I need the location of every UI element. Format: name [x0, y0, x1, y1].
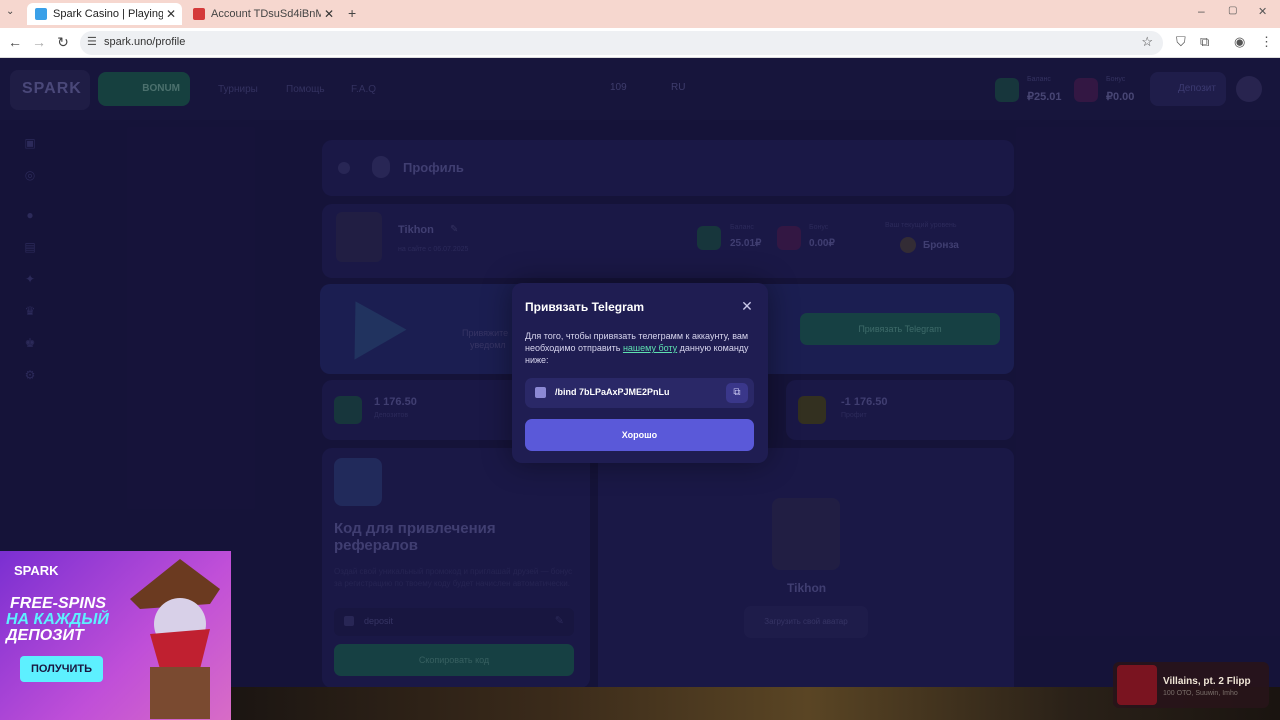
- bot-link[interactable]: нашему боту: [623, 343, 677, 353]
- song-artist: 100 ОТО, Suuwin, Imho: [1163, 690, 1238, 697]
- tab-search-icon[interactable]: ⌄: [6, 6, 14, 17]
- spark-favicon-icon: [35, 8, 47, 20]
- promo-get-button[interactable]: ПОЛУЧИТЬ: [20, 656, 103, 682]
- bookmark-star-icon[interactable]: ☆: [1141, 34, 1153, 50]
- command-text: /bind 7bLPaAxPJME2PnLu: [555, 387, 670, 397]
- cowboy-mascot-icon: [130, 559, 220, 719]
- album-cover: [1117, 665, 1157, 705]
- account-favicon-icon: [193, 8, 205, 20]
- browser-toolbar: ← → ↻ ☰ spark.uno/profile ☆ ⛉ ⧉ ◉ ⋮: [0, 28, 1280, 58]
- menu-dots-icon[interactable]: ⋮: [1260, 34, 1273, 50]
- promo-banner[interactable]: SPARK FREE-SPINS НА КАЖДЫЙ ДЕПОЗИТ ПОЛУЧ…: [0, 551, 231, 720]
- browser-tab-bar: ⌄ Spark Casino | Playing and win ✕ Accou…: [0, 0, 1280, 28]
- command-icon: [535, 387, 546, 398]
- back-icon[interactable]: ←: [6, 34, 24, 50]
- profile-icon[interactable]: ◉: [1234, 34, 1245, 50]
- ok-button[interactable]: Хорошо: [525, 419, 754, 451]
- reload-icon[interactable]: ↻: [54, 34, 72, 51]
- tab-spark-casino[interactable]: Spark Casino | Playing and win ✕: [27, 3, 182, 25]
- tab-title: Spark Casino | Playing and win: [53, 8, 163, 20]
- command-field[interactable]: /bind 7bLPaAxPJME2PnLu ⧉: [525, 378, 754, 408]
- modal-description: Для того, чтобы привязать телеграмм к ак…: [525, 330, 757, 366]
- shield-extension-icon[interactable]: ⛉: [1176, 34, 1186, 50]
- song-title: Villains, pt. 2 Flipp: [1163, 676, 1251, 687]
- tab-account[interactable]: Account TDsuSd4iBnMaekuAdv ✕: [185, 3, 340, 25]
- new-tab-icon[interactable]: +: [348, 5, 356, 21]
- promo-line-3: ДЕПОЗИТ: [6, 627, 84, 644]
- copy-icon[interactable]: ⧉: [726, 383, 748, 403]
- music-widget[interactable]: Villains, pt. 2 Flipp 100 ОТО, Suuwin, I…: [1113, 662, 1269, 708]
- url-text: spark.uno/profile: [104, 36, 186, 48]
- modal-title: Привязать Telegram: [525, 300, 645, 314]
- address-bar[interactable]: ☰ spark.uno/profile ☆: [80, 31, 1163, 55]
- close-tab-icon[interactable]: ✕: [324, 7, 334, 21]
- maximize-icon[interactable]: ▢: [1228, 5, 1237, 16]
- tab-title: Account TDsuSd4iBnMaekuAdv: [211, 8, 321, 20]
- extensions-icon[interactable]: ⧉: [1200, 34, 1209, 50]
- close-icon[interactable]: ✕: [738, 297, 756, 315]
- site-info-icon[interactable]: ☰: [87, 35, 97, 48]
- promo-logo: SPARK: [14, 563, 59, 578]
- telegram-bind-modal: Привязать Telegram ✕ Для того, чтобы при…: [512, 283, 768, 463]
- close-window-icon[interactable]: ✕: [1258, 5, 1267, 18]
- minimize-icon[interactable]: –: [1198, 4, 1205, 18]
- forward-icon[interactable]: →: [30, 34, 48, 50]
- close-tab-icon[interactable]: ✕: [166, 7, 176, 21]
